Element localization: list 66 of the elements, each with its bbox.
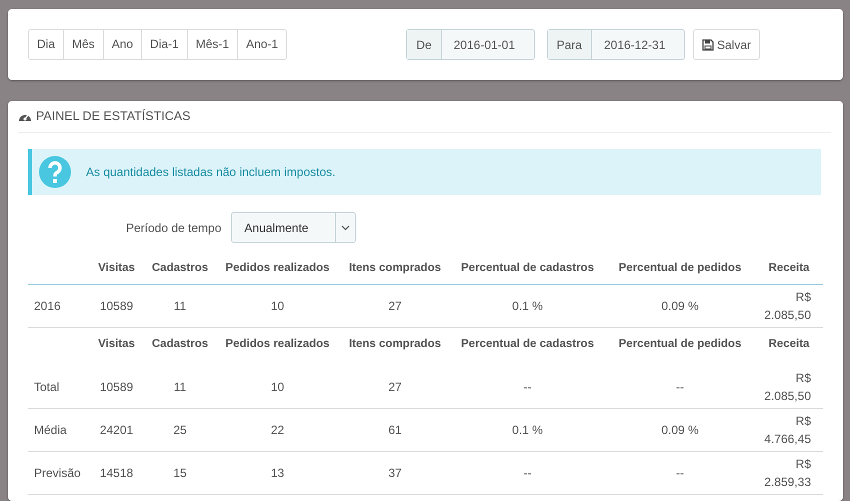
table-cell: 0.09 %	[605, 284, 755, 328]
range-button[interactable]: Dia-1	[141, 29, 188, 60]
table-cell: 37	[340, 451, 450, 494]
column-header: Cadastros	[145, 253, 215, 285]
date-from-field[interactable]: De 2016-01-01	[406, 29, 535, 60]
table-cell: 14518	[88, 451, 145, 494]
caret-icon	[341, 224, 350, 230]
row-label: Média	[28, 408, 88, 451]
date-value: 2016-01-01	[452, 36, 516, 54]
table-cell: 24201	[88, 408, 145, 451]
row-label: Previsão	[28, 451, 88, 494]
table-cell: 15	[145, 451, 215, 494]
column-header: Percentual de cadastros	[450, 253, 605, 285]
period-select[interactable]: Anualmente	[231, 212, 356, 243]
table-cell: 0.09 %	[605, 408, 755, 451]
table-cell: --	[450, 366, 605, 408]
range-button[interactable]: Mês	[63, 29, 104, 60]
save-button[interactable]: Salvar	[692, 29, 760, 60]
column-header: Visitas	[88, 328, 145, 366]
table-cell: --	[605, 451, 755, 494]
table-cell: 11	[145, 366, 215, 408]
table-cell: 0.1 %	[450, 284, 605, 328]
range-button[interactable]: Dia	[28, 29, 64, 60]
table-cell: 10589	[88, 366, 145, 408]
table-cell: 13	[215, 451, 340, 494]
table-cell: --	[450, 451, 605, 494]
alert-text: As quantidades listadas não incluem impostos.	[86, 164, 336, 181]
date-label: Para	[548, 30, 592, 59]
table-cell: R$ 2.859,33	[755, 451, 823, 494]
table-cell: 27	[340, 284, 450, 328]
column-header: Visitas	[88, 253, 145, 285]
table-cell: 10	[215, 284, 340, 328]
table-cell: 10	[215, 366, 340, 408]
column-header: Cadastros	[145, 328, 215, 366]
date-value: 2016-12-31	[602, 36, 666, 54]
row-label: 2016	[28, 284, 88, 328]
column-header: Itens comprados	[340, 328, 450, 366]
column-header: Receita	[755, 328, 823, 366]
table-cell: 27	[340, 366, 450, 408]
column-header: Pedidos realizados	[215, 328, 340, 366]
table-cell: 22	[215, 408, 340, 451]
table-cell: 25	[145, 408, 215, 451]
column-header: Pedidos realizados	[215, 253, 340, 285]
column-header: Itens comprados	[340, 253, 450, 285]
row-label: Total	[28, 366, 88, 408]
table-cell: 0.1 %	[450, 408, 605, 451]
table-cell: R$ 2.085,50	[755, 284, 823, 328]
column-header: Receita	[755, 253, 823, 285]
table-cell: 10589	[88, 284, 145, 328]
table-cell: R$ 4.766,45	[755, 408, 823, 451]
column-header: Percentual de pedidos	[605, 253, 755, 285]
range-button[interactable]: Ano-1	[237, 29, 288, 60]
range-button[interactable]: Ano	[102, 29, 142, 60]
date-label: De	[407, 30, 442, 59]
date-to-field[interactable]: Para 2016-12-31	[546, 29, 685, 60]
column-header: Percentual de pedidos	[605, 328, 755, 366]
column-header: Percentual de cadastros	[450, 328, 605, 366]
table-cell: --	[605, 366, 755, 408]
period-label: Período de tempo	[126, 220, 222, 236]
table-cell: R$ 2.085,50	[755, 366, 823, 408]
range-button[interactable]: Mês-1	[186, 29, 238, 60]
question-icon	[38, 155, 72, 189]
table-cell: 11	[145, 284, 215, 328]
panel-title: PAINEL DE ESTATÍSTICAS	[36, 108, 190, 126]
table-cell: 61	[340, 408, 450, 451]
select-value: Anualmente	[243, 220, 310, 236]
